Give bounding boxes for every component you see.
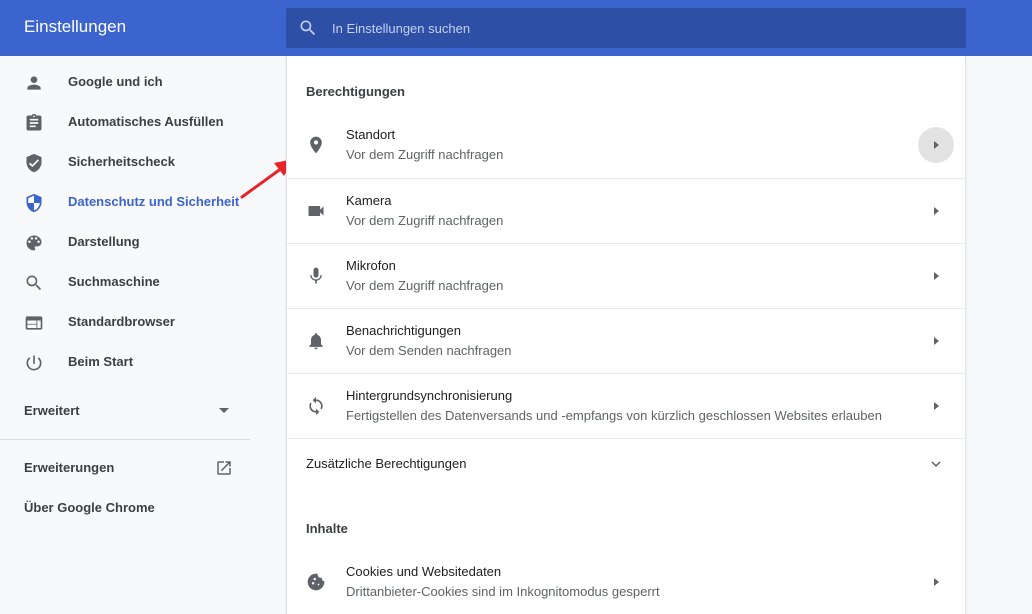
sidebar-item-on-startup[interactable]: Beim Start (0, 343, 250, 383)
sidebar-item-about-chrome[interactable]: Über Google Chrome (0, 488, 250, 528)
permission-description: Vor dem Zugriff nachfragen (346, 278, 504, 293)
sync-icon (309, 396, 323, 416)
app-title: Einstellungen (24, 17, 127, 36)
sidebar-item-label: Standardbrowser (68, 314, 175, 329)
sidebar-divider (0, 439, 250, 440)
sidebar-item-default-browser[interactable]: Standardbrowser (0, 303, 250, 343)
sidebar-item-appearance[interactable]: Darstellung (0, 223, 250, 263)
subpage-arrow-button[interactable] (918, 193, 954, 229)
advanced-label: Erweitert (24, 403, 80, 418)
sidebar-advanced-toggle[interactable]: Erweitert (0, 391, 250, 431)
arrow-right-icon (934, 337, 939, 345)
extensions-label: Erweiterungen (24, 460, 115, 475)
sidebar-item-label: Beim Start (68, 354, 134, 369)
permissions-heading: Berechtigungen (306, 84, 405, 99)
caret-down-icon (219, 408, 229, 413)
content-item-name: Cookies und Websitedaten (346, 564, 502, 579)
shield-icon (26, 193, 42, 213)
arrow-right-icon (934, 402, 939, 410)
person-icon (27, 76, 41, 90)
permission-description: Vor dem Senden nachfragen (346, 343, 512, 358)
permission-name: Standort (346, 127, 396, 142)
shield-check-icon (26, 153, 42, 173)
sidebar-item-google-und-ich[interactable]: Google und ich (0, 63, 250, 103)
permission-name: Hintergrundsynchronisierung (346, 388, 513, 403)
subpage-arrow-button[interactable] (918, 258, 954, 294)
arrow-right-icon (934, 578, 939, 586)
power-icon (26, 355, 42, 371)
camera-icon (308, 206, 324, 216)
search-icon (26, 275, 42, 291)
bell-icon (309, 333, 323, 350)
sidebar-item-label: Google und ich (68, 74, 163, 89)
microphone-icon (310, 267, 322, 284)
permission-name: Kamera (346, 193, 392, 208)
subpage-arrow-button[interactable] (918, 388, 954, 424)
permission-row-camera[interactable]: Kamera Vor dem Zugriff nachfragen (287, 178, 967, 243)
content-row-cookies[interactable]: Cookies und Websitedaten Drittanbieter-C… (287, 550, 967, 614)
additional-permissions-toggle[interactable]: Zusätzliche Berechtigungen (287, 438, 967, 488)
sidebar-item-extensions[interactable]: Erweiterungen (0, 448, 250, 488)
arrow-right-icon (934, 141, 939, 149)
permission-row-notifications[interactable]: Benachrichtigungen Vor dem Senden nachfr… (287, 308, 967, 373)
sidebar-item-privacy-security[interactable]: Datenschutz und Sicherheit (0, 183, 250, 223)
settings-card: Berechtigungen Standort Vor dem Zugriff … (286, 56, 967, 614)
content-heading: Inhalte (306, 521, 348, 536)
content-item-description: Drittanbieter-Cookies sind im Inkognitom… (346, 584, 660, 599)
permission-description: Vor dem Zugriff nachfragen (346, 213, 504, 228)
sidebar-item-label: Sicherheitscheck (68, 154, 175, 169)
sidebar: Google und ich Automatisches Ausfüllen S… (0, 56, 260, 614)
subpage-arrow-button[interactable] (918, 564, 954, 600)
clipboard-icon (26, 113, 42, 131)
sidebar-item-search-engine[interactable]: Suchmaschine (0, 263, 250, 303)
permission-name: Benachrichtigungen (346, 323, 461, 338)
permission-description: Vor dem Zugriff nachfragen (346, 147, 504, 162)
sidebar-item-label: Datenschutz und Sicherheit (68, 194, 240, 209)
permission-row-microphone[interactable]: Mikrofon Vor dem Zugriff nachfragen (287, 243, 967, 308)
open-in-new-icon (217, 461, 231, 475)
sidebar-item-autofill[interactable]: Automatisches Ausfüllen (0, 103, 250, 143)
additional-permissions-label: Zusätzliche Berechtigungen (306, 456, 467, 471)
top-bar: Einstellungen (0, 0, 1032, 56)
cookie-icon (307, 573, 325, 591)
search-input[interactable] (332, 8, 952, 48)
sidebar-item-safety-check[interactable]: Sicherheitscheck (0, 143, 250, 183)
search-box[interactable] (286, 8, 966, 48)
permission-row-location[interactable]: Standort Vor dem Zugriff nachfragen (287, 113, 967, 178)
location-pin-icon (310, 136, 322, 154)
sidebar-item-label: Automatisches Ausfüllen (68, 114, 224, 129)
permission-row-background-sync[interactable]: Hintergrundsynchronisierung Fertigstelle… (287, 373, 967, 438)
sidebar-item-label: Suchmaschine (68, 274, 160, 289)
arrow-right-icon (934, 207, 939, 215)
permission-description: Fertigstellen des Datenversands und -emp… (346, 408, 882, 423)
palette-icon (26, 235, 42, 251)
subpage-arrow-button[interactable] (918, 127, 954, 163)
browser-icon (25, 316, 43, 330)
permission-name: Mikrofon (346, 258, 396, 273)
sidebar-item-label: Darstellung (68, 234, 140, 249)
search-icon (300, 20, 316, 36)
subpage-arrow-button[interactable] (918, 323, 954, 359)
arrow-right-icon (934, 272, 939, 280)
about-label: Über Google Chrome (24, 500, 155, 515)
chevron-down-icon (931, 461, 941, 467)
